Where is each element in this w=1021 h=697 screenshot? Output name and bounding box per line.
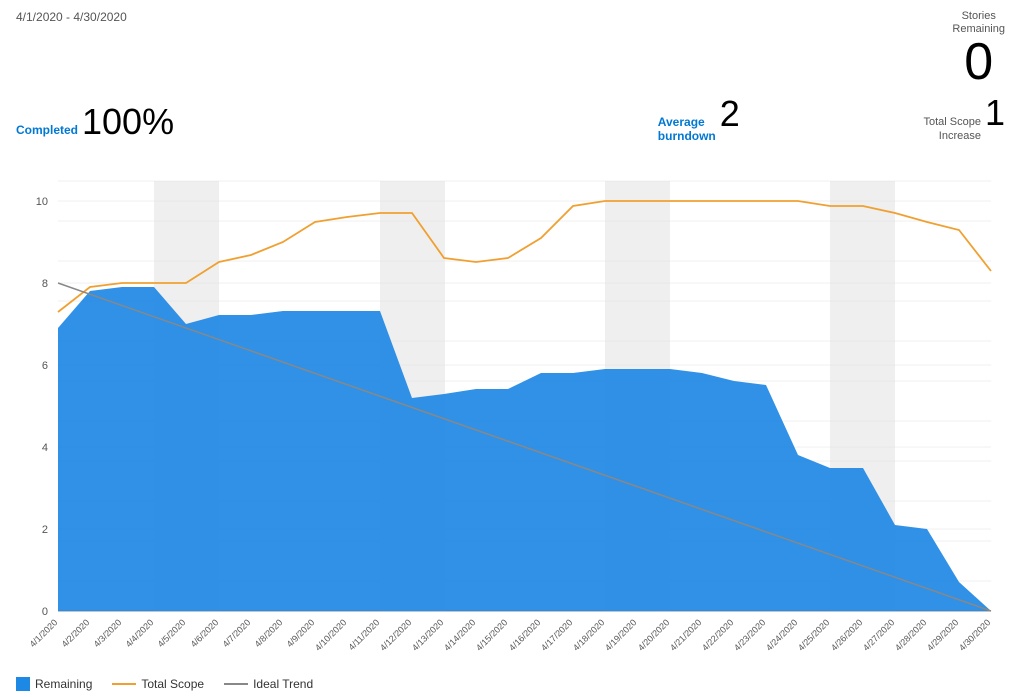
svg-text:8: 8 xyxy=(42,278,48,290)
svg-text:4/5/2020: 4/5/2020 xyxy=(156,617,188,649)
svg-text:4/30/2020: 4/30/2020 xyxy=(957,617,992,652)
svg-text:4/4/2020: 4/4/2020 xyxy=(124,617,156,649)
svg-text:4/23/2020: 4/23/2020 xyxy=(732,617,767,652)
metrics-row: Completed 100% Averageburndown 2 Total S… xyxy=(0,88,1021,142)
svg-text:4/3/2020: 4/3/2020 xyxy=(92,617,124,649)
remaining-legend-box xyxy=(16,677,30,691)
total-scope-value: 1 xyxy=(985,92,1005,134)
svg-text:4/1/2020: 4/1/2020 xyxy=(28,617,60,649)
svg-text:4/17/2020: 4/17/2020 xyxy=(539,617,574,652)
svg-text:4/16/2020: 4/16/2020 xyxy=(507,617,542,652)
legend-remaining: Remaining xyxy=(16,677,92,691)
svg-text:4/13/2020: 4/13/2020 xyxy=(410,617,445,652)
svg-text:4/27/2020: 4/27/2020 xyxy=(861,617,896,652)
remaining-legend-label: Remaining xyxy=(35,677,92,691)
stories-remaining-widget: StoriesRemaining 0 xyxy=(952,10,1005,88)
total-scope-legend-line xyxy=(112,683,136,685)
svg-text:4/18/2020: 4/18/2020 xyxy=(571,617,606,652)
svg-text:4/14/2020: 4/14/2020 xyxy=(442,617,477,652)
svg-text:10: 10 xyxy=(36,196,48,208)
legend-total-scope: Total Scope xyxy=(112,677,204,691)
svg-text:4/24/2020: 4/24/2020 xyxy=(764,617,799,652)
svg-text:4/7/2020: 4/7/2020 xyxy=(221,617,253,649)
svg-text:4/12/2020: 4/12/2020 xyxy=(378,617,413,652)
total-scope-metric: Total ScopeIncrease 1 xyxy=(923,92,1005,142)
svg-text:4/29/2020: 4/29/2020 xyxy=(925,617,960,652)
header-bar: 4/1/2020 - 4/30/2020 StoriesRemaining 0 xyxy=(0,0,1021,88)
svg-text:4/26/2020: 4/26/2020 xyxy=(829,617,864,652)
completed-value: 100% xyxy=(82,101,174,143)
svg-text:4/20/2020: 4/20/2020 xyxy=(636,617,671,652)
svg-text:4/25/2020: 4/25/2020 xyxy=(796,617,831,652)
stories-remaining-value: 0 xyxy=(964,36,993,88)
chart-legend: Remaining Total Scope Ideal Trend xyxy=(0,671,1021,697)
svg-text:0: 0 xyxy=(42,606,48,618)
svg-text:2: 2 xyxy=(42,524,48,536)
avg-burndown-label: Averageburndown xyxy=(658,115,716,143)
svg-text:4/10/2020: 4/10/2020 xyxy=(313,617,348,652)
svg-text:4/28/2020: 4/28/2020 xyxy=(893,617,928,652)
completed-label: Completed xyxy=(16,123,78,137)
svg-text:4/8/2020: 4/8/2020 xyxy=(253,617,285,649)
chart-area: 0 2 4 6 8 10 xyxy=(16,151,1005,671)
date-range: 4/1/2020 - 4/30/2020 xyxy=(16,10,127,24)
svg-text:4: 4 xyxy=(42,442,48,454)
svg-text:4/22/2020: 4/22/2020 xyxy=(700,617,735,652)
svg-text:4/11/2020: 4/11/2020 xyxy=(347,617,382,652)
avg-burndown-metric: Averageburndown 2 xyxy=(658,93,740,143)
total-scope-legend-label: Total Scope xyxy=(141,677,204,691)
ideal-trend-legend-label: Ideal Trend xyxy=(253,677,313,691)
svg-text:4/9/2020: 4/9/2020 xyxy=(285,617,317,649)
ideal-trend-legend-line xyxy=(224,683,248,685)
svg-text:4/15/2020: 4/15/2020 xyxy=(474,617,509,652)
svg-text:4/6/2020: 4/6/2020 xyxy=(189,617,221,649)
svg-text:6: 6 xyxy=(42,360,48,372)
avg-burndown-value: 2 xyxy=(720,93,740,135)
total-scope-label: Total ScopeIncrease xyxy=(923,116,980,142)
svg-text:4/21/2020: 4/21/2020 xyxy=(668,617,703,652)
completed-metric: Completed 100% xyxy=(16,101,174,143)
svg-text:4/2/2020: 4/2/2020 xyxy=(60,617,92,649)
burndown-svg: 0 2 4 6 8 10 xyxy=(16,151,1005,671)
legend-ideal-trend: Ideal Trend xyxy=(224,677,313,691)
svg-text:4/19/2020: 4/19/2020 xyxy=(603,617,638,652)
